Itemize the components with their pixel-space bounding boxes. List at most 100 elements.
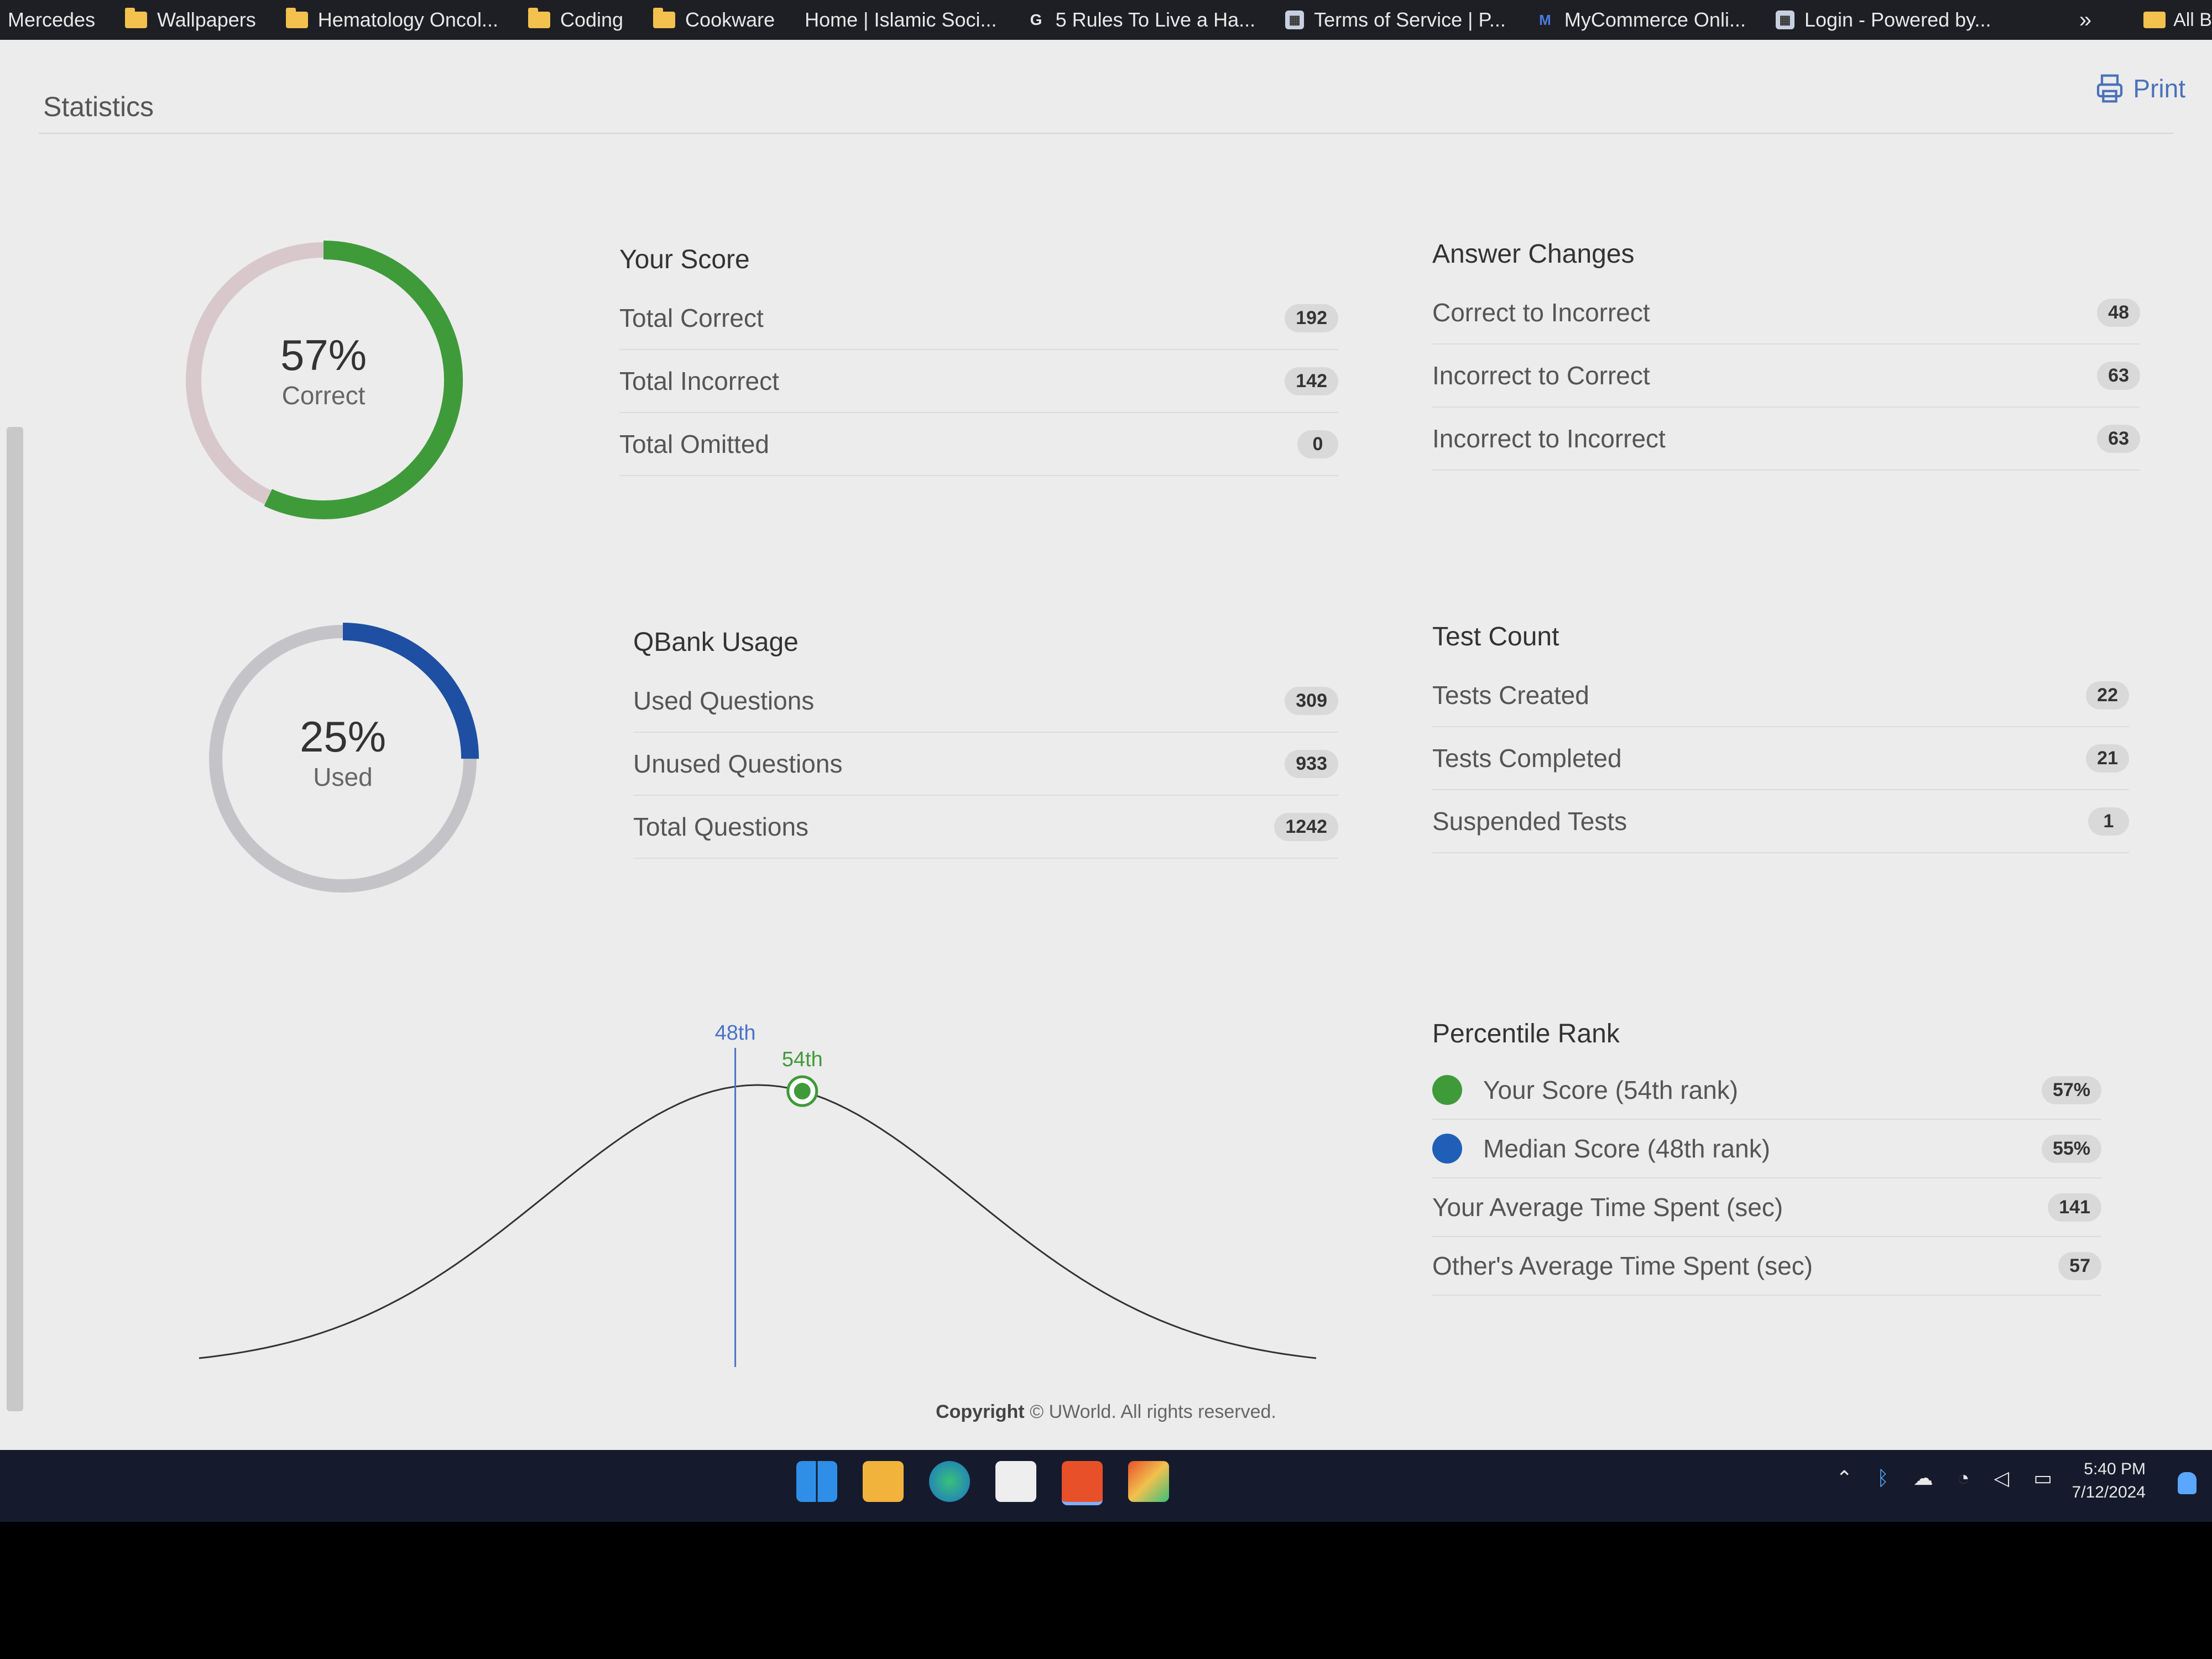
stat-row: Used Questions 309 [633, 670, 1338, 733]
copyright-bold: Copyright [936, 1401, 1025, 1422]
stat-label: Suspended Tests [1432, 807, 1627, 836]
qbank-usage-section: QBank Usage Used Questions 309 Unused Que… [633, 627, 1338, 859]
stat-badge: 63 [2097, 361, 2140, 390]
site-icon: ▦ [1775, 11, 1794, 29]
volume-icon[interactable]: ◁ [1994, 1467, 2010, 1490]
stat-row: Total Correct 192 [619, 287, 1338, 350]
copyright-footer: Copyright © UWorld. All rights reserved. [0, 1401, 2212, 1423]
stat-badge: 55% [2041, 1134, 2101, 1163]
file-explorer-icon[interactable] [863, 1461, 904, 1502]
section-heading: Your Score [619, 245, 750, 274]
score-label: Correct [281, 381, 366, 410]
stat-row: Total Omitted 0 [619, 413, 1338, 476]
folder-icon [528, 8, 550, 28]
stat-badge: 933 [1285, 749, 1338, 778]
section-heading: Test Count [1432, 622, 1559, 651]
bookmark-terms[interactable]: ▦ Terms of Service | P... [1285, 8, 1506, 32]
bookmarks-bar: Mercedes Wallpapers Hematology Oncol... … [0, 0, 2212, 40]
stat-row: Your Average Time Spent (sec) 141 [1432, 1178, 2101, 1237]
statistics-page: Statistics Print 57% Correct 25% Used Yo… [0, 40, 2212, 1450]
printer-icon [2097, 74, 2123, 103]
stat-label: Total Incorrect [619, 367, 779, 395]
stat-label: Your Score (54th rank) [1483, 1076, 1739, 1104]
section-heading: Percentile Rank [1432, 1019, 1620, 1048]
print-button[interactable]: Print [2094, 73, 2185, 104]
bookmark-hematology[interactable]: Hematology Oncol... [285, 8, 498, 32]
wifi-icon[interactable]: ◔ [1958, 1467, 1970, 1490]
score-marker-label: 54th [782, 1048, 823, 1071]
stat-badge: 0 [1297, 430, 1338, 458]
stat-label: Your Average Time Spent (sec) [1432, 1193, 1783, 1222]
stat-row: Unused Questions 933 [633, 733, 1338, 796]
folder-icon [2143, 12, 2166, 28]
percentile-curve-chart: 48th 54th [188, 969, 1338, 1378]
bookmark-coding[interactable]: Coding [528, 8, 623, 32]
bluetooth-icon[interactable]: ᛒ [1877, 1467, 1889, 1490]
taskbar-clock[interactable]: 5:40 PM 7/12/2024 [2072, 1458, 2146, 1504]
score-marker-point [794, 1083, 811, 1100]
bookmark-label: Mercedes [8, 8, 96, 31]
windows-start-icon[interactable] [796, 1461, 837, 1502]
bookmark-label: 5 Rules To Live a Ha... [1055, 8, 1256, 31]
microsoft-store-icon[interactable] [995, 1461, 1036, 1502]
stat-label: Incorrect to Correct [1432, 361, 1650, 390]
usage-label: Used [313, 763, 373, 791]
site-icon: ▦ [1285, 11, 1305, 29]
brave-browser-icon[interactable] [1062, 1461, 1103, 1505]
stat-label: Total Omitted [619, 430, 769, 458]
edge-browser-icon[interactable] [929, 1461, 970, 1502]
battery-icon[interactable]: ▭ [2033, 1467, 2052, 1490]
stat-label: Correct to Incorrect [1432, 298, 1650, 327]
onedrive-cloud-icon[interactable]: ☁ [1913, 1467, 1933, 1490]
percentile-rank-section: Percentile Rank Your Score (54th rank) 57… [1432, 1019, 2101, 1296]
section-heading: QBank Usage [633, 628, 799, 657]
stat-label: Total Correct [619, 304, 764, 332]
bookmark-label: Home | Islamic Soci... [805, 8, 997, 31]
bookmark-label: Login - Powered by... [1804, 8, 1991, 31]
stat-badge: 57 [2058, 1251, 2101, 1280]
all-bookmarks[interactable]: All B [2143, 9, 2212, 31]
all-bookmarks-label: All B [2173, 9, 2212, 30]
test-count-section: Test Count Tests Created 22 Tests Complet… [1432, 622, 2129, 853]
stat-badge: 141 [2048, 1193, 2101, 1222]
folder-icon [653, 8, 676, 28]
folder-icon [125, 8, 148, 28]
stat-label: Total Questions [633, 812, 809, 841]
stat-label: Used Questions [633, 686, 815, 715]
bookmark-wallpapers[interactable]: Wallpapers [125, 8, 256, 32]
distribution-curve [199, 1084, 1317, 1359]
stat-label: Unused Questions [633, 749, 843, 778]
stat-row: Your Score (54th rank) 57% [1432, 1061, 2101, 1120]
legend-dot-median-score [1432, 1134, 1462, 1164]
usage-donut: 25% Used [205, 620, 481, 897]
bookmark-cookware[interactable]: Cookware [653, 8, 775, 32]
system-tray: ⌃ ᛒ ☁ ◔ ◁ ▭ [1836, 1467, 2052, 1490]
bookmark-login[interactable]: ▦ Login - Powered by... [1775, 8, 1991, 32]
clock-date: 7/12/2024 [2072, 1483, 2146, 1501]
mycommerce-icon: M [1539, 11, 1551, 28]
usage-percent: 25% [299, 712, 387, 761]
bookmark-label: Cookware [685, 8, 775, 31]
stat-badge: 21 [2086, 744, 2129, 773]
stat-label: Other's Average Time Spent (sec) [1432, 1251, 1813, 1280]
page-title: Statistics [43, 91, 154, 122]
stat-badge: 63 [2097, 424, 2140, 453]
print-label: Print [2133, 74, 2185, 103]
score-donut: 57% Correct [182, 239, 465, 521]
stat-label: Median Score (48th rank) [1483, 1134, 1771, 1163]
bookmark-5-rules[interactable]: G 5 Rules To Live a Ha... [1027, 8, 1256, 32]
more-bookmarks-chevron-icon[interactable]: » [2079, 8, 2091, 33]
stat-badge: 57% [2041, 1076, 2101, 1104]
bookmark-mycommerce[interactable]: M MyCommerce Onli... [1536, 8, 1746, 32]
show-hidden-icons-chevron-icon[interactable]: ⌃ [1836, 1467, 1853, 1490]
bookmark-label: Terms of Service | P... [1314, 8, 1506, 31]
legend-dot-your-score [1432, 1075, 1462, 1105]
stat-row: Suspended Tests 1 [1432, 790, 2129, 853]
bookmark-mercedes[interactable]: Mercedes [8, 8, 95, 32]
notification-bell-icon[interactable] [2178, 1472, 2197, 1494]
bookmark-label: Wallpapers [157, 8, 256, 31]
bookmark-islamic-society[interactable]: Home | Islamic Soci... [805, 8, 997, 32]
chat-app-icon[interactable] [1128, 1461, 1169, 1502]
page-scrollbar[interactable] [7, 427, 23, 1411]
stat-row: Median Score (48th rank) 55% [1432, 1120, 2101, 1178]
